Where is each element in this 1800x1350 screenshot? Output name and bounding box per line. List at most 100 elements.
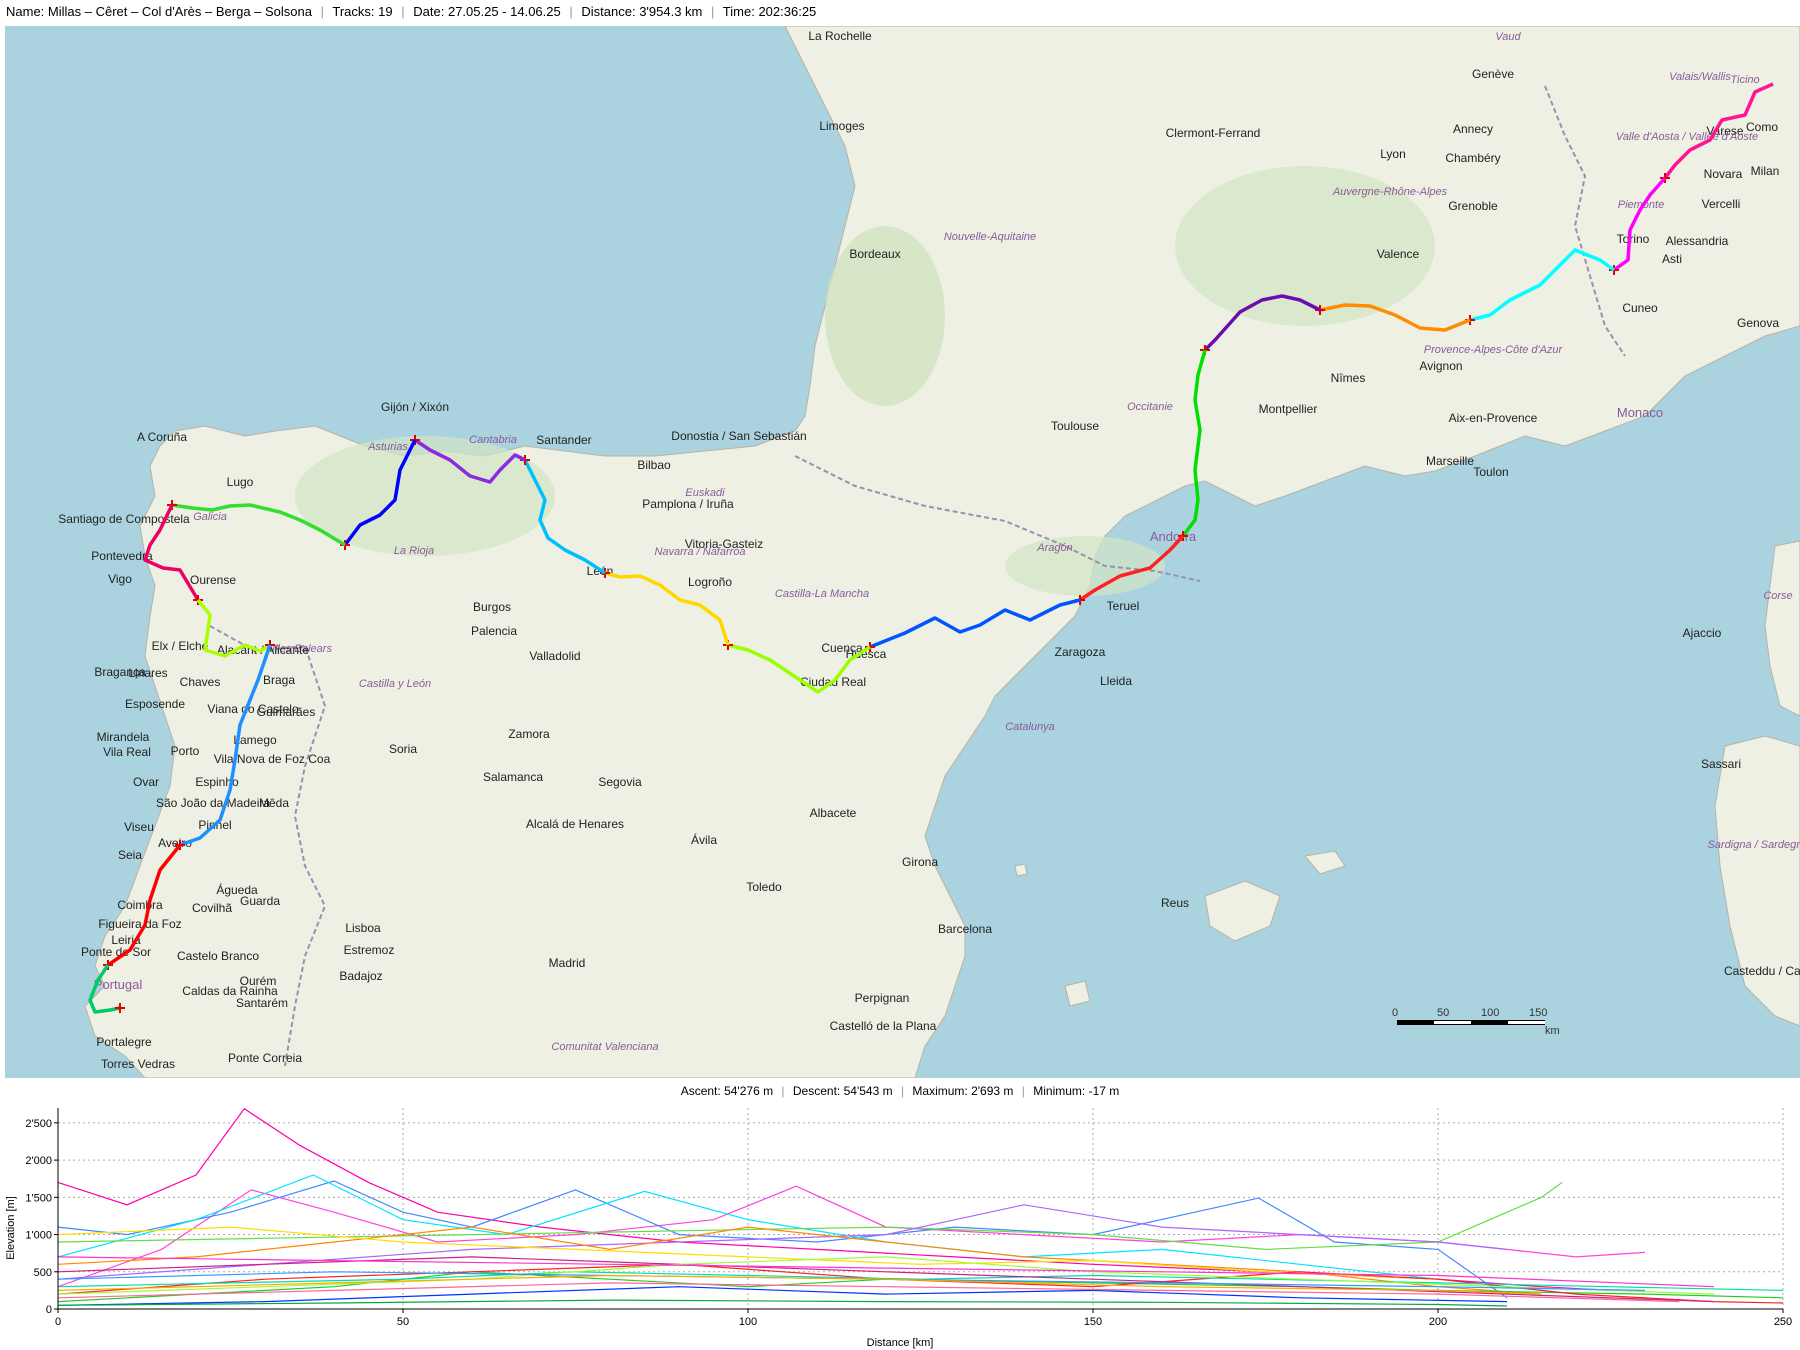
- map-label-asti: Asti: [1662, 252, 1682, 266]
- map-label-salamanca: Salamanca: [483, 770, 543, 784]
- map-label-santar-m: Santarém: [236, 996, 288, 1010]
- map-label-valence: Valence: [1377, 247, 1420, 261]
- route-map[interactable]: La Rochelle Limoges Clermont-Ferrand Lyon An…: [5, 26, 1800, 1078]
- elevation-chart[interactable]: 05001'0001'5002'0002'5000 50 100 150 200 250 …: [0, 1100, 1800, 1350]
- x-tick-label: 0: [55, 1316, 61, 1328]
- map-label-bordeaux: Bordeaux: [849, 247, 900, 261]
- y-tick-label: 2'500: [25, 1118, 52, 1130]
- map-label-marseille: Marseille: [1426, 454, 1474, 468]
- map-label-s-o-jo-o-da-madeira: São João da Madeira: [156, 796, 270, 810]
- y-tick-label: 1'500: [25, 1192, 52, 1204]
- map-label-torres-vedras: Torres Vedras: [101, 1057, 175, 1071]
- map-label-segovia: Segovia: [598, 775, 642, 789]
- map-label-albacete: Albacete: [810, 806, 857, 820]
- map-label-castelo-branco: Castelo Branco: [177, 949, 259, 963]
- scale-tick-150: 150: [1529, 1007, 1547, 1019]
- map-label-toulon: Toulon: [1473, 465, 1508, 479]
- map-label-reus: Reus: [1161, 896, 1189, 910]
- map-label-vila-nova-de-foz-coa: Vila Nova de Foz Coa: [214, 752, 331, 766]
- map-label-alessandria: Alessandria: [1666, 234, 1729, 248]
- map-label-bilbao: Bilbao: [637, 458, 671, 472]
- map-label-figueira-da-foz: Figueira da Foz: [98, 917, 181, 931]
- map-label-alcal-de-henares: Alcalá de Henares: [526, 817, 624, 831]
- map-label-estremoz: Estremoz: [344, 943, 395, 957]
- ascent-value: 54'276 m: [724, 1084, 774, 1098]
- map-label-logro-o: Logroño: [688, 575, 732, 589]
- map-label-covilh-: Covilhã: [192, 901, 232, 915]
- map-label-bragan-a: Bragança: [94, 665, 146, 679]
- minimum-label: Minimum:: [1033, 1084, 1086, 1098]
- y-tick-label: 0: [46, 1304, 52, 1316]
- map-label-coimbra: Coimbra: [117, 898, 163, 912]
- map-label-toulouse: Toulouse: [1051, 419, 1099, 433]
- map-label-vigo: Vigo: [108, 572, 132, 586]
- map-label-badajoz: Badajoz: [339, 969, 382, 983]
- map-label-milan: Milan: [1751, 164, 1780, 178]
- x-tick-label: 250: [1774, 1316, 1792, 1328]
- map-label-girona: Girona: [902, 855, 938, 869]
- map-label-donostia-san-sebasti-n: Donostia / San Sebastián: [671, 429, 806, 443]
- map-label-braga: Braga: [263, 673, 295, 687]
- map-label-sassari: Sassari: [1701, 757, 1741, 771]
- time-label: Time:: [722, 4, 755, 19]
- map-label-palencia: Palencia: [471, 624, 517, 638]
- map-label-occitanie: Occitanie: [1127, 401, 1173, 413]
- map-label-genova: Genova: [1737, 316, 1779, 330]
- total-time: 202:36:25: [758, 4, 817, 19]
- map-label-cuneo: Cuneo: [1622, 301, 1658, 315]
- map-label-catalunya: Catalunya: [1005, 721, 1055, 733]
- map-label-guimar-es: Guimarães: [257, 705, 316, 719]
- map-label-toledo: Toledo: [746, 880, 782, 894]
- map-label-nouvelle-aquitaine: Nouvelle-Aquitaine: [944, 231, 1036, 243]
- map-label-zaragoza: Zaragoza: [1055, 645, 1106, 659]
- map-label-ajaccio: Ajaccio: [1683, 626, 1722, 640]
- map-label-zamora: Zamora: [508, 727, 550, 741]
- map-label-torino: Torino: [1617, 232, 1650, 246]
- scale-tick-50: 50: [1437, 1007, 1449, 1019]
- x-tick-label: 50: [397, 1316, 409, 1328]
- map-label-portugal: Portugal: [94, 977, 143, 992]
- map-label-barcelona: Barcelona: [938, 922, 992, 936]
- map-label-gen-ve: Genève: [1472, 67, 1514, 81]
- name-label: Name:: [6, 4, 45, 19]
- map-label-m-da: Mêda: [259, 796, 289, 810]
- map-label-ourense: Ourense: [190, 573, 236, 587]
- maximum-label: Maximum:: [912, 1084, 968, 1098]
- map-label-porto: Porto: [171, 744, 200, 758]
- x-tick-label: 150: [1084, 1316, 1102, 1328]
- map-label-cantabria: Cantabria: [469, 434, 517, 446]
- descent-value: 54'543 m: [843, 1084, 893, 1098]
- track-name: Millas – Cêret – Col d'Arès – Berga – So…: [47, 4, 312, 19]
- total-distance: 3'954.3 km: [639, 4, 703, 19]
- ibiza: [1064, 980, 1091, 1007]
- map-label-n-mes: Nîmes: [1331, 371, 1366, 385]
- scale-unit: km: [1545, 1025, 1560, 1037]
- maximum-value: 2'693 m: [971, 1084, 1014, 1098]
- map-label-clermont-ferrand: Clermont-Ferrand: [1166, 126, 1261, 140]
- y-axis-label: Elevation [m]: [5, 1196, 17, 1260]
- map-label-vaud: Vaud: [1495, 31, 1521, 43]
- y-tick-label: 1'000: [25, 1230, 52, 1242]
- map-label-santiago-de-compostela: Santiago de Compostela: [58, 512, 190, 526]
- y-tick-label: 2'000: [25, 1155, 52, 1167]
- map-label-lleida: Lleida: [1100, 674, 1132, 688]
- map-label-soria: Soria: [389, 742, 417, 756]
- map-label-a-coru-a: A Coruña: [137, 430, 187, 444]
- map-label-vercelli: Vercelli: [1702, 197, 1741, 211]
- x-axis-label: Distance [km]: [867, 1337, 934, 1349]
- ascent-label: Ascent:: [680, 1084, 721, 1098]
- map-label-lyon: Lyon: [1380, 147, 1406, 161]
- tracks-label: Tracks:: [332, 4, 375, 19]
- map-label-teruel: Teruel: [1107, 599, 1140, 613]
- map-label-annecy: Annecy: [1453, 122, 1493, 136]
- map-label-castilla-y-le-n: Castilla y León: [359, 678, 431, 690]
- map-label-provence-alpes-c-te-d-azur: Provence-Alpes-Côte d'Azur: [1424, 344, 1564, 356]
- map-label-galicia: Galicia: [193, 511, 227, 523]
- map-label-castilla-la-mancha: Castilla-La Mancha: [775, 588, 869, 600]
- map-label-chamb-ry: Chambéry: [1445, 151, 1500, 165]
- map-label-montpellier: Montpellier: [1259, 402, 1318, 416]
- map-canvas[interactable]: La Rochelle Limoges Clermont-Ferrand Lyon An…: [5, 26, 1800, 1078]
- map-label-castell-de-la-plana: Castelló de la Plana: [830, 1019, 937, 1033]
- map-label--vila: Ávila: [691, 832, 717, 847]
- elevation-profile[interactable]: 0 500 1'000 1'500 2'000 2'500 0 50 100 150 200 250 …: [0, 1100, 1800, 1350]
